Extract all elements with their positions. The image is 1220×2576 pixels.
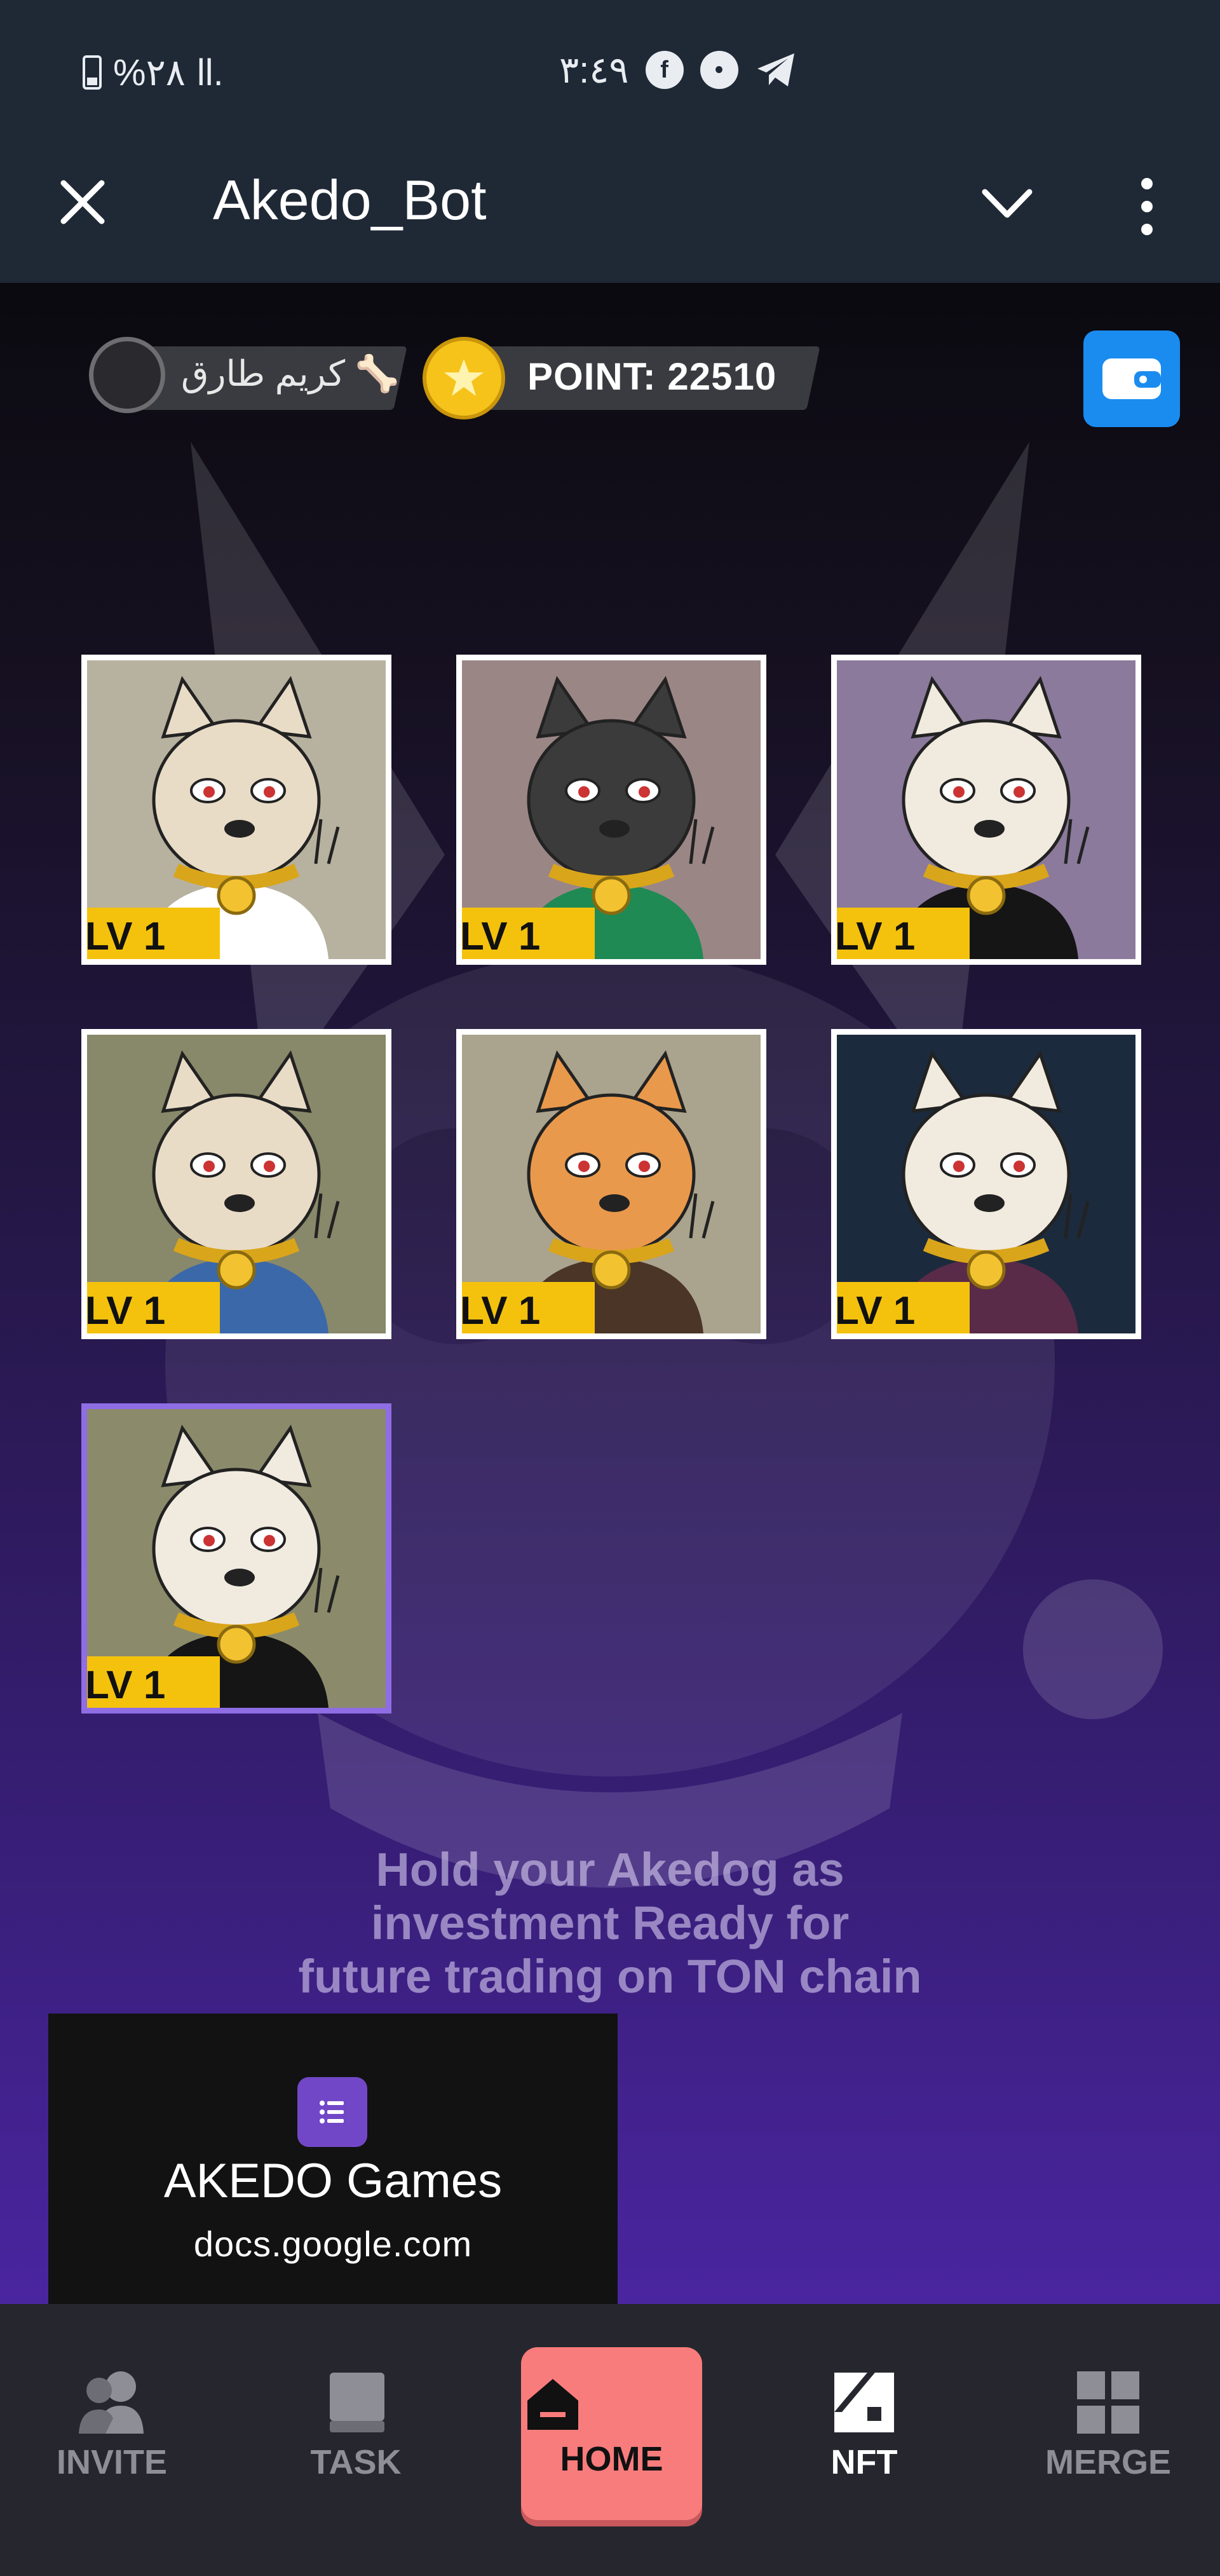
promo-line-2: investment Ready for (370, 1897, 850, 1949)
level-badge: LV 1 (837, 1282, 970, 1333)
home-icon (527, 2379, 578, 2430)
signal-icon: ll. (196, 51, 224, 93)
chevron-down-icon[interactable] (979, 178, 1036, 229)
status-center: ٣:٤٩ f • (559, 48, 797, 92)
points-display: POINT: 22510 (423, 337, 823, 419)
grid-icon (1077, 2371, 1139, 2434)
level-badge: LV 1 (462, 1282, 595, 1333)
avatar (89, 337, 165, 413)
promo-text: Hold your Akedog as investment Ready for… (229, 1843, 991, 2003)
nav-home-label: HOME (560, 2440, 663, 2478)
nav-nft-label: NFT (830, 2443, 898, 2481)
bottom-nav: INVITE TASK HOME NFT MERGE (0, 2304, 1220, 2576)
battery-icon (83, 55, 102, 90)
game-view: كريم طارق 🦴 POINT: 22510 LV 1 LV 1 LV 1 LV … (0, 283, 1220, 2304)
nft-card[interactable]: LV 1 (456, 655, 766, 965)
nft-card[interactable]: LV 1 (831, 1029, 1141, 1339)
wallet-icon (1102, 358, 1161, 399)
nft-card[interactable]: LV 1 (456, 1029, 766, 1339)
nav-merge[interactable]: MERGE (1013, 2368, 1203, 2514)
level-badge: LV 1 (87, 908, 220, 959)
page-title: Akedo_Bot (213, 168, 487, 231)
google-forms-icon (297, 2077, 367, 2147)
nft-card[interactable]: LV 1 (831, 655, 1141, 965)
level-badge: LV 1 (87, 1656, 220, 1708)
more-options-icon[interactable] (1131, 175, 1163, 238)
promo-line-1: Hold your Akedog as (376, 1843, 844, 1896)
link-preview-toast[interactable]: AKEDO Games docs.google.com (48, 2014, 618, 2333)
status-bar: %٢٨ ll. ٣:٤٩ f • (0, 0, 1220, 140)
nft-icon (834, 2373, 894, 2432)
toast-title: AKEDO Games (163, 2154, 503, 2208)
nav-task-label: TASK (310, 2443, 402, 2481)
book-icon (330, 2373, 384, 2432)
nav-task[interactable]: TASK (261, 2368, 451, 2514)
nft-card[interactable]: LV 1 (81, 1029, 391, 1339)
player-name: كريم طارق 🦴 (181, 353, 400, 393)
telegram-icon (757, 53, 794, 86)
promo-line-3: future trading on TON chain (298, 1950, 922, 2003)
nav-invite[interactable]: INVITE (17, 2368, 207, 2514)
status-left: %٢٨ ll. (83, 51, 224, 94)
level-badge: LV 1 (462, 908, 595, 959)
level-badge: LV 1 (87, 1282, 220, 1333)
toast-url: docs.google.com (193, 2224, 473, 2264)
nav-home[interactable]: HOME (521, 2347, 702, 2520)
people-icon (79, 2371, 144, 2434)
clock: ٣:٤٩ (559, 50, 629, 91)
nav-invite-label: INVITE (56, 2443, 168, 2481)
nav-merge-label: MERGE (1045, 2443, 1172, 2481)
title-bar: Akedo_Bot (0, 140, 1220, 283)
wallet-button[interactable] (1083, 331, 1180, 427)
facebook-icon: f (645, 51, 684, 89)
chat-app-icon: • (700, 51, 738, 89)
nav-nft[interactable]: NFT (769, 2368, 959, 2514)
nft-card[interactable]: LV 1 (81, 655, 391, 965)
points-value: POINT: 22510 (527, 355, 777, 398)
nft-card[interactable]: LV 1 (81, 1403, 391, 1714)
battery-level: %٢٨ (113, 52, 186, 93)
player-profile[interactable]: كريم طارق 🦴 (89, 337, 407, 413)
level-badge: LV 1 (837, 908, 970, 959)
close-icon[interactable] (57, 177, 108, 228)
star-coin-icon (423, 337, 505, 419)
